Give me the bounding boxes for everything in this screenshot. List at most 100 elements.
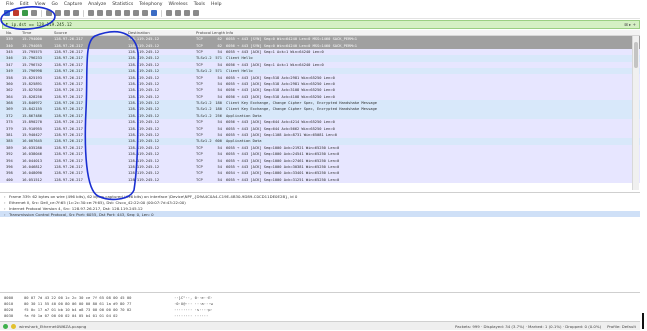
menu-view[interactable]: View [35,2,46,7]
packet-no: 349 [6,69,13,74]
zoom-out-icon[interactable] [175,10,181,16]
packet-protocol: TCP [196,75,203,80]
packet-details-pane[interactable]: › Frame 339: 62 bytes on wire (496 bits),… [0,192,640,288]
display-filter-input[interactable]: ip.dst == 128.119.245.12 [11,22,72,27]
menu-go[interactable]: Go [52,2,58,7]
packet-list-scrollbar[interactable] [632,36,639,190]
save-file-icon[interactable] [55,10,61,16]
capture-options-icon[interactable] [31,10,37,16]
start-capture-icon[interactable] [4,10,10,16]
packet-no: 389 [6,145,13,150]
packet-destination: 128.119.245.12 [128,177,160,182]
menu-statistics[interactable]: Statistics [112,2,133,7]
go-forward-icon[interactable] [106,10,112,16]
packet-length: 54 [217,171,222,176]
open-file-icon[interactable] [46,10,52,16]
last-packet-icon[interactable] [133,10,139,16]
resize-columns-icon[interactable] [193,10,199,16]
zoom-in-icon[interactable] [166,10,172,16]
display-filter-bar[interactable]: ▸ ip.dst == 128.119.245.12 ⊠ ▸ + [2,20,640,29]
packet-source: 128.97.26.217 [54,107,83,112]
column-protocol[interactable]: Protocol [196,30,212,35]
packet-info: Application Data [226,113,262,118]
normal-size-icon[interactable] [184,10,190,16]
packet-length: 54 [217,75,222,80]
menu-wireless[interactable]: Wireless [168,2,187,7]
packet-row[interactable]: 400 16.051512 128.97.26.217 128.119.245.12 T… [0,176,640,183]
capture-comment-icon[interactable] [11,323,16,329]
column-source[interactable]: Source [48,30,128,35]
close-file-icon[interactable] [64,10,70,16]
restart-capture-icon[interactable] [22,10,28,16]
expert-info-icon[interactable] [3,323,8,329]
packet-no: 358 [6,75,13,80]
hex-bytes: 00 07 7d 43 22 00 1c 2c 30 ce 7f 65 08 0… [24,294,132,300]
go-back-icon[interactable] [97,10,103,16]
packet-no: 372 [6,113,13,118]
menu-tools[interactable]: Tools [194,2,205,7]
find-packet-icon[interactable] [88,10,94,16]
hex-offset: 0010 [4,300,14,306]
packet-source: 128.97.26.217 [54,101,83,106]
hex-row[interactable]: 0030 fa f0 1a 07 00 00 02 04 05 b4 01 01 … [0,312,640,318]
column-destination[interactable]: Destination [128,30,196,35]
profile-label[interactable]: Profile: Default [607,324,636,329]
bookmark-icon[interactable]: ▸ [6,22,8,27]
packet-source: 128.97.26.217 [54,94,83,99]
go-to-packet-icon[interactable] [115,10,121,16]
packet-info: 6055 → 443 [ACK] Seq=1000 Ack=27461 Win=… [226,158,340,163]
column-no[interactable]: No. [0,30,22,35]
packet-length: 54 [217,88,222,93]
packet-source: 128.97.26.217 [54,43,83,48]
packet-protocol: TCP [196,94,203,99]
menu-help[interactable]: Help [211,2,221,7]
packet-info: 6055 → 443 [SYN] Seq=0 Win=64240 Len=0 M… [226,37,357,42]
stop-capture-icon[interactable] [13,10,19,16]
packet-length: 571 [215,56,222,61]
column-info[interactable]: Info [226,30,640,35]
column-length[interactable]: Length [212,30,226,35]
packet-protocol: TCP [196,49,203,54]
packet-length: 54 [217,145,222,150]
column-time[interactable]: Time [22,30,48,35]
packet-destination: 128.119.245.12 [128,126,160,131]
packet-bytes-pane[interactable]: 0000 00 07 7d 43 22 00 1c 2c 30 ce 7f 65 … [0,292,640,320]
first-packet-icon[interactable] [124,10,130,16]
packet-no: 398 [6,171,13,176]
packet-source: 128.97.26.217 [54,158,83,163]
menu-edit[interactable]: Edit [20,2,29,7]
packet-no: 340 [6,43,13,48]
packet-no: 345 [6,49,13,54]
packet-destination: 128.119.245.12 [128,139,160,144]
menu-capture[interactable]: Capture [64,2,82,7]
packet-no: 385 [6,139,13,144]
packet-source: 128.97.26.217 [54,145,83,150]
packet-length: 54 [217,94,222,99]
menu-analyze[interactable]: Analyze [88,2,106,7]
filter-actions[interactable]: ⊠ ▸ + [624,22,636,27]
colorize-icon[interactable] [151,10,157,16]
packet-destination: 128.119.245.12 [128,133,160,138]
toolbar-separator [161,9,162,17]
packet-time: 16.048090 [22,171,42,176]
packet-destination: 128.119.245.12 [128,113,160,118]
menu-file[interactable]: File [6,2,14,7]
packet-protocol: TLSv1.2 [196,139,212,144]
hex-offset: 0030 [4,312,14,318]
packet-destination: 128.119.245.12 [128,43,160,48]
packet-no: 396 [6,165,13,169]
detail-tree-item[interactable]: › Transmission Control Protocol, Src Port… [0,211,640,217]
autoscroll-icon[interactable] [142,10,148,16]
packet-no: 346 [6,56,13,61]
reload-icon[interactable] [73,10,79,16]
menu-telephony[interactable]: Telephony [139,2,162,7]
packet-protocol: TCP [196,171,203,176]
hex-bytes: 00 30 11 55 40 00 80 06 00 00 80 61 1a d… [24,300,132,306]
packet-time: 15.940427 [22,133,42,138]
packet-time: 15.828250 [22,94,42,99]
scrollbar-thumb[interactable] [634,42,638,68]
packet-protocol: TCP [196,158,203,163]
packet-time: 15.796233 [22,56,42,61]
packet-list[interactable]: 339 15.794000 128.97.26.217 128.119.245.12 T… [0,36,640,190]
packet-source: 128.97.26.217 [54,133,83,138]
